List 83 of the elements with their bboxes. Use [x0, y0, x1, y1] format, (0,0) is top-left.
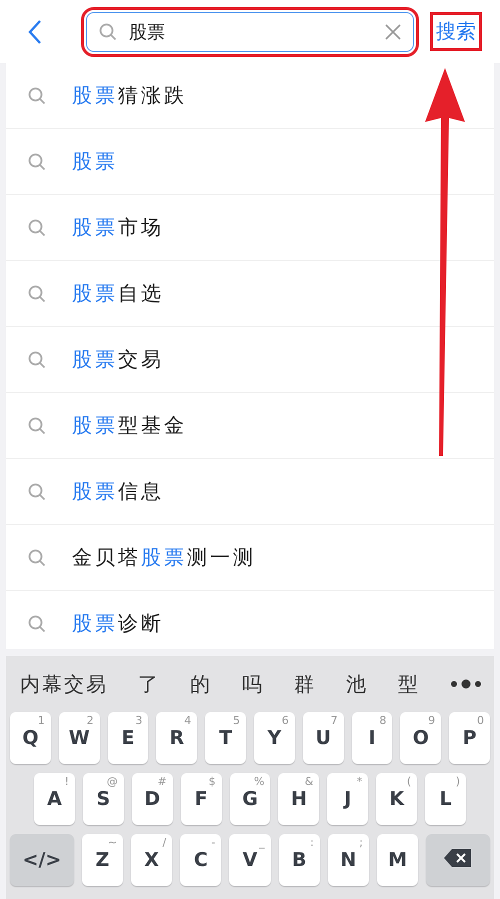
candidate-word[interactable]: 群	[294, 670, 316, 698]
key[interactable]: Y 6	[254, 712, 295, 764]
search-input[interactable]: 股票	[127, 20, 375, 43]
key-hint: ~	[108, 836, 118, 849]
key-hint: ;	[359, 836, 363, 849]
key-hint: 6	[282, 714, 289, 727]
candidate-word[interactable]: 的	[190, 670, 212, 698]
more-icon[interactable]	[450, 679, 482, 689]
search-icon	[28, 416, 46, 434]
key-hint: 5	[232, 714, 240, 727]
key-hint: 0	[476, 714, 484, 727]
search-icon	[28, 548, 46, 566]
candidate-word[interactable]: 吗	[242, 670, 264, 698]
key[interactable]: T 5	[205, 712, 246, 764]
candidate-word[interactable]: 了	[138, 670, 160, 698]
key-hint: 3	[135, 714, 142, 727]
key[interactable]: F $	[180, 773, 222, 825]
search-icon	[28, 86, 46, 104]
key-hint: /	[162, 836, 166, 849]
key-hint: *	[356, 775, 362, 788]
key-hint: )	[456, 775, 460, 788]
key-hint: 7	[330, 714, 338, 727]
key-hint: 2	[86, 714, 94, 727]
key[interactable]: U 7	[302, 712, 344, 764]
key-hint: @	[106, 775, 118, 788]
suggestion-item[interactable]: 股票猜涨跌	[72, 82, 187, 109]
suggestion-item[interactable]: 股票诊断	[72, 610, 164, 637]
backspace-icon	[443, 848, 474, 868]
key[interactable]: W 2	[58, 712, 100, 764]
search-icon	[28, 152, 46, 170]
key[interactable]: H &	[278, 773, 320, 825]
search-icon	[99, 22, 117, 40]
key[interactable]: J *	[327, 773, 368, 825]
search-icon	[28, 482, 46, 500]
key-hint: -	[211, 836, 216, 849]
key-hint: :	[310, 836, 314, 849]
delete-key[interactable]	[426, 834, 490, 886]
key[interactable]: K (	[376, 773, 418, 825]
key-hint: %	[254, 775, 264, 788]
key[interactable]: L )	[425, 773, 466, 825]
key[interactable]: G %	[230, 773, 270, 825]
key[interactable]: R 4	[156, 712, 198, 764]
suggestion-item[interactable]: 股票交易	[72, 346, 164, 373]
candidate-word[interactable]: 型	[398, 670, 420, 698]
key-hint: #	[157, 775, 167, 788]
key[interactable]: M	[376, 834, 418, 886]
candidate-word[interactable]: 内幕交易	[20, 670, 108, 698]
suggestion-item[interactable]: 股票信息	[72, 478, 164, 505]
key[interactable]: A !	[34, 773, 75, 825]
key-hint: 8	[379, 714, 386, 727]
key[interactable]: X /	[131, 834, 172, 886]
suggestion-item[interactable]: 股票型基金	[72, 412, 187, 439]
code-key[interactable]: </>	[10, 834, 74, 886]
suggestion-item[interactable]: 股票市场	[72, 214, 164, 241]
search-icon	[28, 284, 46, 302]
key-hint: _	[259, 836, 265, 849]
key-hint: 1	[38, 714, 45, 727]
key[interactable]: B :	[278, 834, 320, 886]
key-hint: $	[208, 775, 216, 788]
key[interactable]: Z ~	[82, 834, 124, 886]
key[interactable]: O 9	[400, 712, 442, 764]
clear-icon[interactable]	[385, 24, 401, 40]
key[interactable]: Q 1	[10, 712, 51, 764]
key-hint: &	[304, 775, 314, 788]
suggestion-item[interactable]: 股票	[72, 148, 118, 175]
key[interactable]: P 0	[449, 712, 490, 764]
key[interactable]: E 3	[108, 712, 148, 764]
key[interactable]: D #	[132, 773, 173, 825]
key-hint: (	[406, 775, 412, 788]
key[interactable]: C -	[180, 834, 222, 886]
key-hint: !	[64, 775, 69, 788]
search-icon	[28, 350, 46, 368]
key[interactable]: V _	[229, 834, 271, 886]
suggestion-item[interactable]: 股票 自选	[72, 280, 164, 307]
key-hint: 9	[428, 714, 436, 727]
search-icon	[28, 614, 46, 632]
suggestion-item[interactable]: 金贝塔 股票测一测	[72, 544, 256, 571]
key[interactable]: I 8	[352, 712, 392, 764]
search-icon	[28, 218, 46, 236]
key-hint: 4	[184, 714, 192, 727]
key[interactable]: S @	[82, 773, 124, 825]
candidate-word[interactable]: 池	[346, 670, 368, 698]
key[interactable]: N ;	[328, 834, 369, 886]
